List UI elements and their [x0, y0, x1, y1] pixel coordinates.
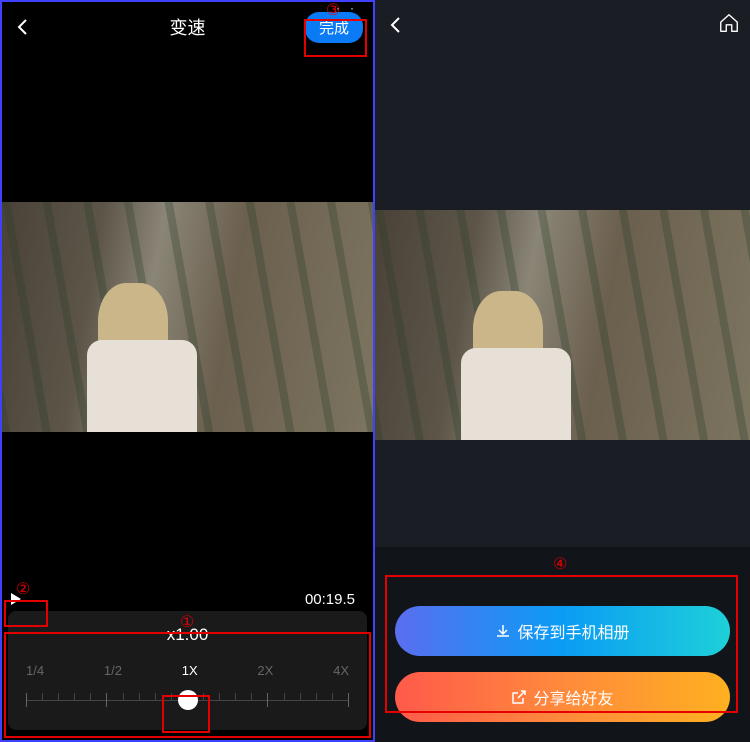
video-preview[interactable] [375, 210, 750, 440]
actions-panel: 保存到手机相册 分享给好友 [395, 606, 730, 722]
speed-slider[interactable] [26, 688, 349, 712]
header [375, 0, 750, 50]
speed-label: 4X [333, 663, 349, 678]
speed-label: 1/2 [104, 663, 122, 678]
annotation-label-3: ③ [326, 0, 340, 20]
share-button-label: 分享给好友 [533, 685, 613, 709]
share-screen: 保存到手机相册 分享给好友 ④ [375, 0, 750, 742]
share-to-friends-button[interactable]: 分享给好友 [395, 672, 730, 722]
video-preview[interactable] [2, 202, 373, 432]
save-to-album-button[interactable]: 保存到手机相册 [395, 606, 730, 656]
current-time: 00:19.5 [305, 591, 367, 608]
annotation-label-1: ① [180, 612, 194, 632]
speed-label: 1/4 [26, 663, 44, 678]
speed-label: 2X [257, 663, 273, 678]
slider-thumb[interactable] [178, 690, 198, 710]
speed-label: 1X [182, 663, 198, 678]
back-icon[interactable] [12, 17, 32, 37]
annotation-label-2: ② [16, 579, 30, 599]
speed-editor-screen: ⋮⋮ 变速 完成 00:19.5 x1.00 1/4 1/2 1X 2X 4X [0, 0, 375, 742]
page-title: 变速 [170, 14, 206, 40]
share-icon [511, 689, 527, 705]
annotation-label-4: ④ [553, 554, 567, 574]
speed-labels: 1/4 1/2 1X 2X 4X [18, 663, 357, 678]
download-icon [495, 623, 511, 639]
header: 变速 完成 [2, 2, 373, 52]
back-icon[interactable] [385, 15, 405, 35]
save-button-label: 保存到手机相册 [517, 619, 629, 643]
home-icon[interactable] [718, 12, 740, 39]
playback-bar: 00:19.5 [2, 588, 373, 610]
